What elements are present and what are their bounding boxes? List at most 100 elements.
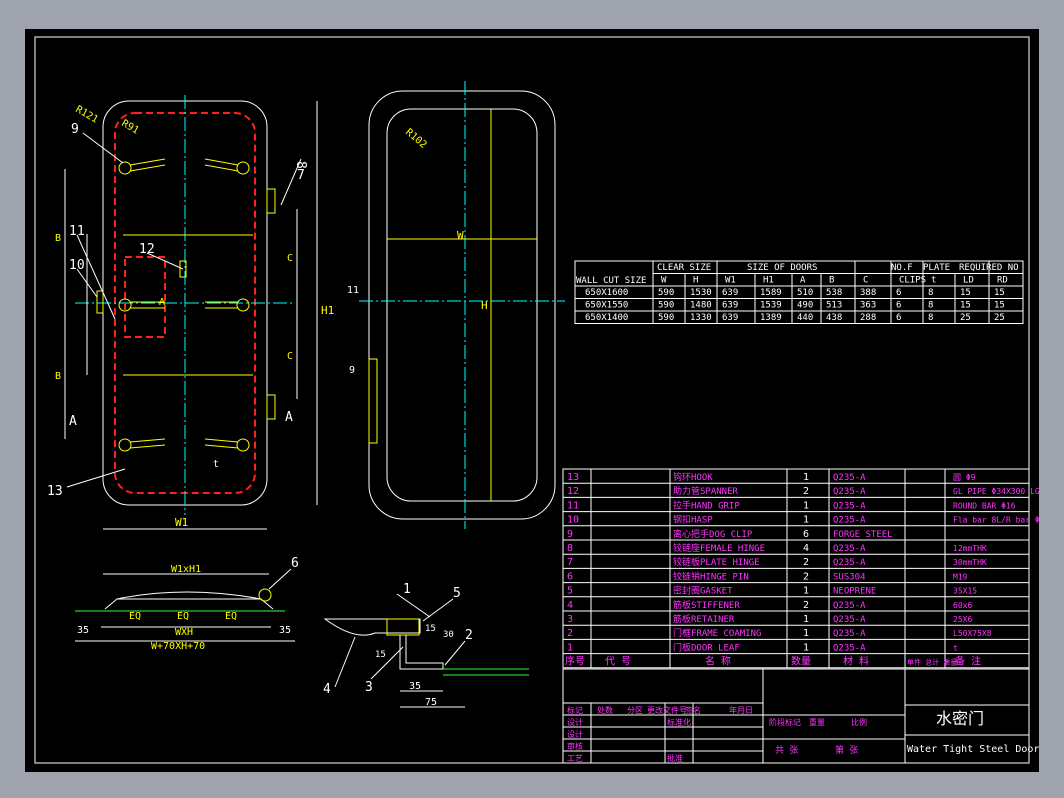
parts-qty: 2	[803, 486, 809, 497]
front-view: W1 H1 B B C C A R121 R91 A A t 9 11 10 1…	[47, 95, 334, 530]
title-block: 水密门 Water Tight Steel Door 标记 处数 分区 更改文件号签名…	[562, 668, 1039, 764]
parts-no: 3	[567, 614, 573, 625]
spec-group-header: SIZE OF DOORS	[747, 263, 817, 273]
spec-cell: 1330	[690, 313, 712, 323]
tb-row1-label: 标记	[567, 705, 583, 715]
tb-left-label: 审核	[567, 741, 583, 751]
parts-material: Q235-A	[833, 601, 866, 611]
tb-left-label: 工艺	[567, 754, 583, 763]
spec-cell: 1389	[760, 313, 782, 323]
callout-11: 11	[69, 224, 85, 239]
door-inner	[386, 108, 538, 502]
spec-cell: 650X1600	[585, 288, 628, 298]
dim-detail-75: 75	[425, 697, 437, 708]
spec-cell: 639	[722, 313, 738, 323]
parts-qty: 6	[803, 529, 809, 540]
dim-11-text: 11	[347, 285, 359, 296]
tb-row2-label: 重量	[809, 717, 825, 727]
spec-cell: 8	[928, 301, 933, 311]
spec-sub-header: H1	[763, 276, 774, 286]
hinge-bottom	[266, 394, 276, 420]
parts-qty: 2	[803, 571, 809, 582]
parts-material: Q235-A	[833, 544, 866, 554]
parts-header: 代 号	[605, 656, 631, 668]
parts-no: 5	[567, 586, 573, 597]
parts-no: 10	[567, 515, 579, 526]
callout-7: 7	[297, 168, 305, 183]
text-eq-2: EQ	[177, 611, 189, 622]
parts-name: 助力管SPANNER	[673, 485, 739, 497]
parts-remark: ROUND BAR Φ16	[953, 501, 1016, 510]
parts-qty: 4	[803, 543, 809, 554]
spec-cell: 6	[896, 301, 901, 311]
parts-no: 8	[567, 543, 573, 554]
radius-r102: R102	[403, 127, 429, 151]
detail-frame	[399, 635, 444, 670]
spec-cell: 1539	[760, 301, 782, 311]
spec-cell: 8	[928, 288, 933, 298]
callout-detail-2: 2	[465, 628, 473, 643]
spec-cell: 650X1550	[585, 301, 628, 311]
parts-material: Q235-A	[833, 615, 866, 625]
spec-sub-header: C	[863, 276, 868, 286]
text-wxh: WXH	[175, 627, 193, 638]
spec-group-header: CLEAR SIZE	[657, 263, 711, 273]
tb-row1-label: 处数	[597, 705, 613, 715]
parts-remark: Fla bar 8L/R bar Φ9	[953, 516, 1039, 525]
spec-table: WALL CUT SIZE CLEAR SIZE SIZE OF DOORS NO.F…	[574, 260, 1024, 324]
tb-row2-label: 标准化	[667, 717, 691, 727]
cad-canvas: W1 H1 B B C C A R121 R91 A A t 9 11 10 1…	[34, 36, 1039, 764]
callout-9: 9	[71, 122, 79, 137]
text-35-right: 35	[279, 625, 291, 636]
dim-h1-text: H1	[321, 304, 334, 317]
dim-c-text-2: C	[287, 351, 293, 362]
parts-qty: 2	[803, 600, 809, 611]
tb-mid-label: 批准	[667, 753, 683, 763]
parts-remark: L50X75X8	[953, 629, 992, 638]
spec-cell: 590	[658, 313, 674, 323]
parts-name: 筋板RETAINER	[673, 613, 735, 625]
parts-no: 7	[567, 557, 573, 568]
spec-cell: 288	[860, 313, 876, 323]
spec-cell: 6	[896, 313, 901, 323]
parts-no: 1	[567, 642, 573, 653]
tb-row1-label: 年月日	[729, 705, 753, 715]
parts-material: FORGE STEEL	[833, 530, 893, 540]
spec-header-wall: WALL CUT SIZE	[576, 276, 646, 286]
spec-cell: 639	[722, 301, 738, 311]
parts-name: 铰链销HINGE PIN	[673, 570, 749, 582]
parts-no: 9	[567, 529, 573, 540]
spec-cell: 590	[658, 288, 674, 298]
text-35-left: 35	[77, 625, 89, 636]
spec-cell: 15	[994, 288, 1005, 298]
dim-b-text-2: B	[55, 371, 61, 382]
parts-material: Q235-A	[833, 473, 866, 483]
spec-cell: 538	[826, 288, 842, 298]
drawing-title-cn: 水密门	[936, 709, 984, 728]
parts-no: 6	[567, 571, 573, 582]
parts-remark: M19	[953, 572, 968, 581]
parts-name: 铰链板PLATE HINGE	[673, 556, 760, 568]
spec-sub-header: LD	[963, 276, 974, 286]
parts-no: 4	[567, 600, 573, 611]
spec-cell: 8	[928, 313, 933, 323]
spec-sub-header: B	[829, 276, 834, 286]
parts-name: 钩环HOOK	[673, 471, 713, 483]
tb-row1-label: 签名	[685, 705, 701, 715]
section-mark-a-right: A	[285, 410, 293, 425]
spec-cell: 513	[826, 301, 842, 311]
parts-material: Q235-A	[833, 558, 866, 568]
parts-remark: 30mmTHK	[953, 558, 987, 567]
spec-cell: 15	[994, 301, 1005, 311]
parts-remark: t	[953, 643, 958, 652]
parts-material: Q235-A	[833, 501, 866, 511]
parts-qty: 1	[803, 586, 809, 597]
parts-name: 钢扣HASP	[673, 514, 713, 526]
parts-list: 13 钩环HOOK 1 Q235-A 圆 Φ912 助力管SPANNER 2 Q235-A GL…	[562, 468, 1039, 669]
callout-10: 10	[69, 258, 85, 273]
spec-cell: 25	[994, 313, 1005, 323]
radius-r91: R91	[120, 118, 141, 137]
dim-a-text: A	[159, 297, 165, 308]
parts-remark: 60x6	[953, 601, 972, 610]
spec-cell: 590	[658, 301, 674, 311]
